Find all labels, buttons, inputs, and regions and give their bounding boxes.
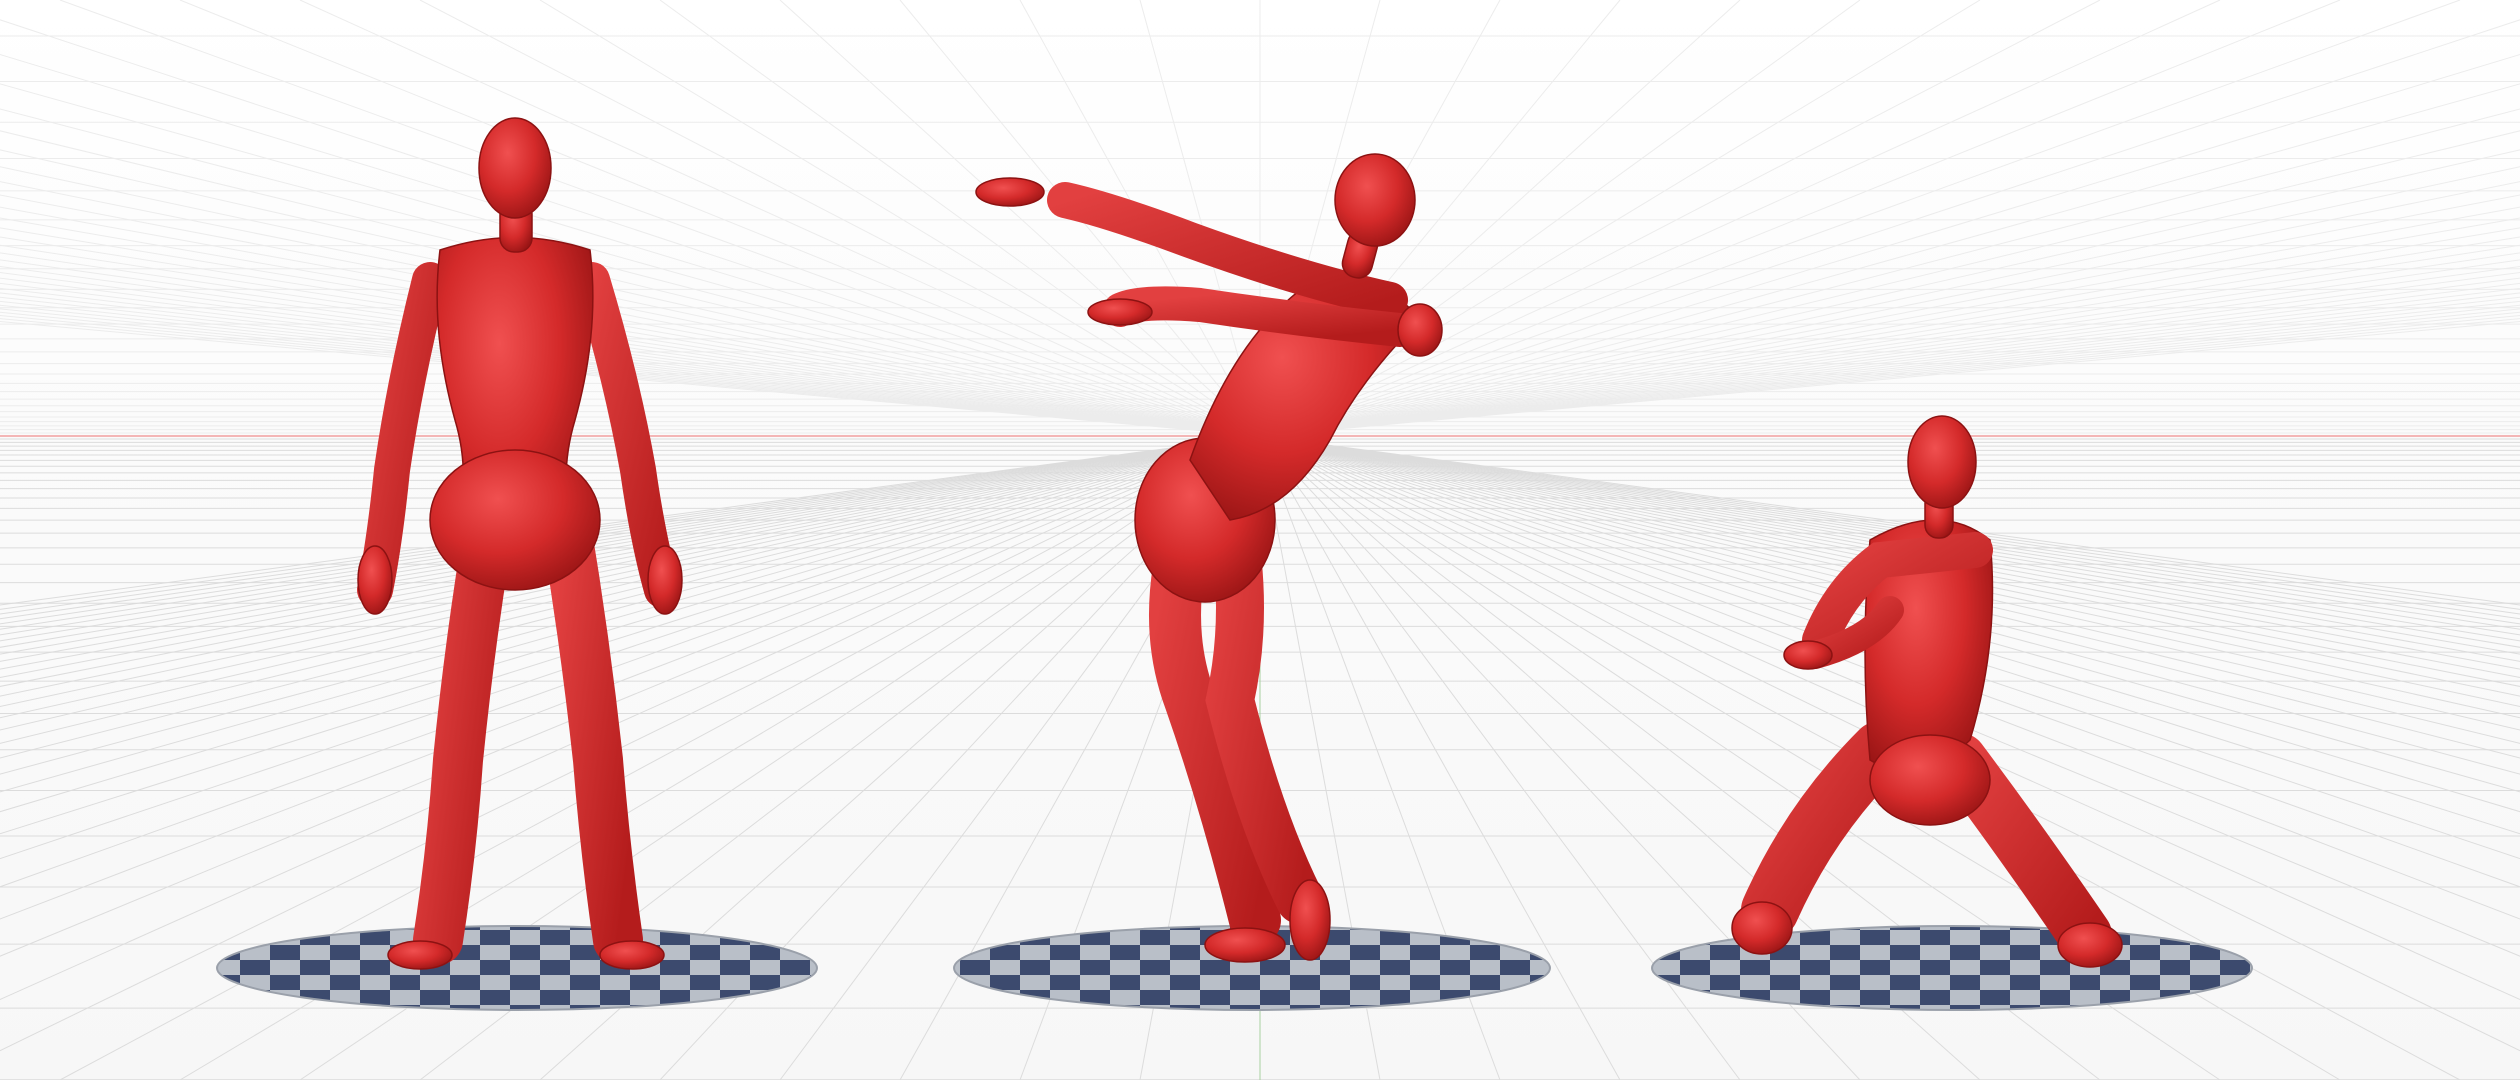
grid-line [779, 0, 1261, 437]
scene-canvas[interactable] [0, 0, 2520, 1080]
3d-viewport[interactable] [0, 0, 2520, 1080]
grid-line [1259, 304, 2520, 437]
pedestal-left[interactable] [216, 925, 818, 1011]
figure-reaching[interactable] [975, 153, 1443, 963]
figure-kneeling[interactable] [1731, 415, 2123, 968]
